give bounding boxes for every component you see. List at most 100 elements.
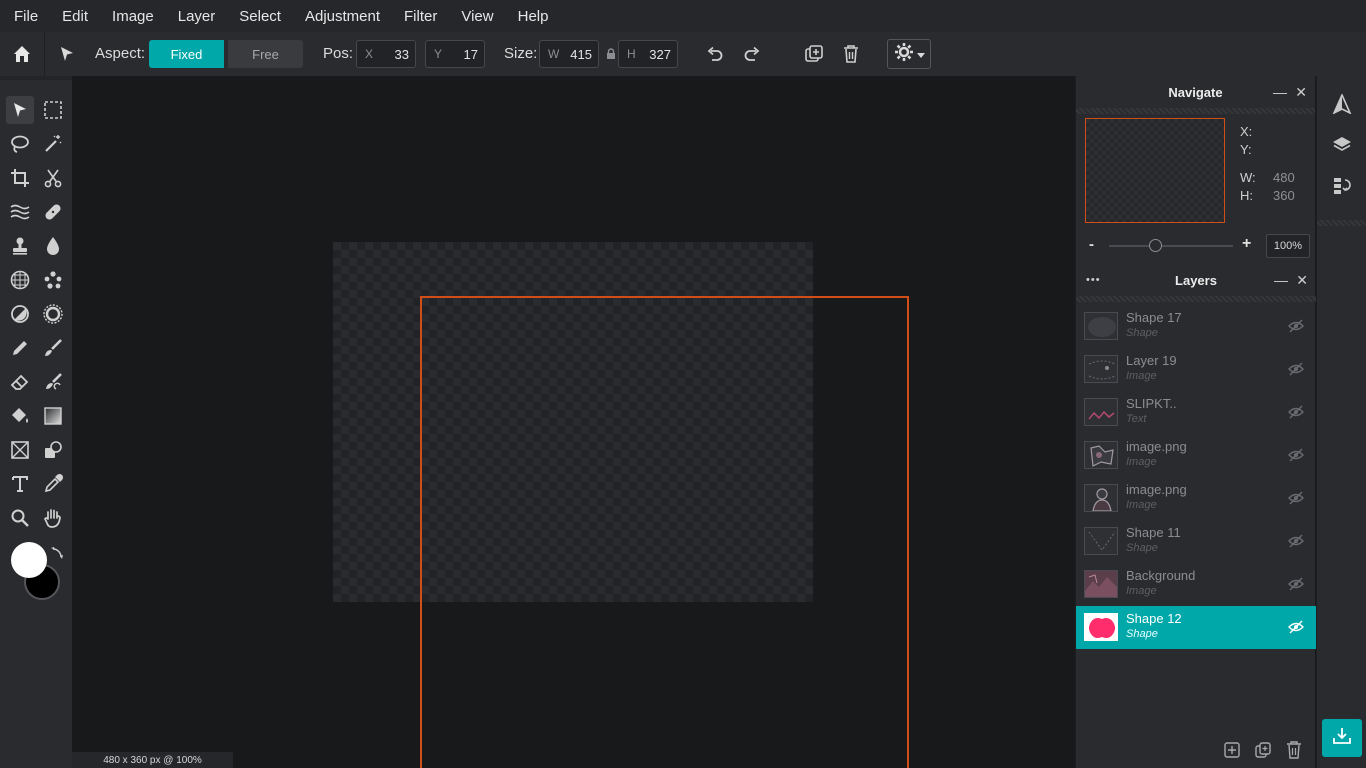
dodge-burn-tool[interactable] <box>6 300 34 328</box>
swap-colors-icon[interactable] <box>50 546 64 565</box>
layer-row[interactable]: SLIPKT.. Text <box>1076 391 1316 434</box>
duplicate-icon[interactable] <box>803 43 825 65</box>
size-h-field[interactable]: H 327 <box>618 40 678 68</box>
blur-tool[interactable] <box>39 232 67 260</box>
canvas-area[interactable]: 480 x 360 px @ 100% <box>72 76 1075 768</box>
pencil-tool[interactable] <box>6 334 34 362</box>
settings-dropdown[interactable] <box>887 39 931 69</box>
zoom-out-button[interactable]: - <box>1089 236 1094 253</box>
layer-thumbnail <box>1084 355 1118 383</box>
pos-y-field[interactable]: Y 17 <box>425 40 485 68</box>
layer-thumbnail <box>1084 527 1118 555</box>
hidden-eye-icon[interactable] <box>1288 577 1304 591</box>
zoom-in-button[interactable]: + <box>1242 235 1251 253</box>
add-layer-icon[interactable] <box>1224 742 1240 763</box>
move-tool-icon[interactable] <box>56 43 78 65</box>
close-icon[interactable]: ✕ <box>1296 272 1308 289</box>
zoom-tool[interactable] <box>6 504 34 532</box>
minimize-icon[interactable]: — <box>1273 84 1287 100</box>
layer-row-selected[interactable]: Shape 12 Shape <box>1076 606 1316 649</box>
menu-select[interactable]: Select <box>239 8 281 25</box>
export-download-button[interactable] <box>1322 719 1362 757</box>
lasso-tool[interactable] <box>6 130 34 158</box>
nav-w-value: 480 <box>1273 170 1295 185</box>
navigate-panel-icon[interactable] <box>1330 92 1354 116</box>
brush-tool[interactable] <box>39 334 67 362</box>
trash-icon[interactable] <box>840 43 862 65</box>
magic-wand-tool[interactable] <box>39 130 67 158</box>
h-prefix: H <box>627 47 636 61</box>
color-replace-tool[interactable] <box>39 368 67 396</box>
layers-panel-icon[interactable] <box>1330 132 1354 156</box>
layer-row[interactable]: Layer 19 Image <box>1076 348 1316 391</box>
menu-help[interactable]: Help <box>518 8 549 25</box>
menu-filter[interactable]: Filter <box>404 8 437 25</box>
menu-layer[interactable]: Layer <box>178 8 216 25</box>
shape-tool[interactable] <box>6 436 34 464</box>
size-w-field[interactable]: W 415 <box>539 40 599 68</box>
shapes-tool[interactable] <box>39 436 67 464</box>
hidden-eye-icon[interactable] <box>1288 405 1304 419</box>
text-tool[interactable] <box>6 470 34 498</box>
zoom-input[interactable]: 100% <box>1266 234 1310 258</box>
right-sidebar <box>1316 76 1366 768</box>
layer-name: Background <box>1126 568 1196 583</box>
crop-tool[interactable] <box>6 164 34 192</box>
aspect-fixed-button[interactable]: Fixed <box>149 40 224 68</box>
sponge-tool[interactable] <box>39 300 67 328</box>
close-icon[interactable]: ✕ <box>1295 84 1307 101</box>
hidden-eye-icon[interactable] <box>1288 319 1304 333</box>
eyedropper-tool[interactable] <box>39 470 67 498</box>
hidden-eye-icon[interactable] <box>1288 448 1304 462</box>
layer-row[interactable]: image.png Image <box>1076 477 1316 520</box>
duplicate-layer-icon[interactable] <box>1255 742 1271 763</box>
menu-view[interactable]: View <box>461 8 493 25</box>
layers-menu-icon[interactable]: ••• <box>1086 274 1101 286</box>
hidden-eye-icon[interactable] <box>1288 491 1304 505</box>
zoom-slider[interactable] <box>1109 245 1233 247</box>
zoom-slider-handle[interactable] <box>1149 239 1162 252</box>
pos-label: Pos: <box>323 45 354 62</box>
navigate-title: Navigate <box>1168 84 1223 100</box>
layer-row[interactable]: Shape 17 Shape <box>1076 305 1316 348</box>
undo-icon[interactable] <box>704 43 726 65</box>
redo-icon[interactable] <box>741 43 763 65</box>
pattern-tool[interactable] <box>6 266 34 294</box>
marquee-tool[interactable] <box>39 96 67 124</box>
nav-x-label: X: <box>1240 124 1253 139</box>
menu-edit[interactable]: Edit <box>62 8 88 25</box>
menu-file[interactable]: File <box>14 8 38 25</box>
menu-image[interactable]: Image <box>112 8 154 25</box>
hidden-eye-icon[interactable] <box>1288 534 1304 548</box>
eraser-tool[interactable] <box>6 368 34 396</box>
navigator-thumbnail[interactable] <box>1085 118 1225 223</box>
layer-row[interactable]: image.png Image <box>1076 434 1316 477</box>
minimize-icon[interactable]: — <box>1274 272 1288 288</box>
layer-thumbnail <box>1084 570 1118 598</box>
scatter-tool[interactable] <box>39 266 67 294</box>
hand-tool[interactable] <box>39 504 67 532</box>
menu-adjustment[interactable]: Adjustment <box>305 8 380 25</box>
delete-layer-icon[interactable] <box>1286 741 1302 764</box>
foreground-color-swatch[interactable] <box>11 542 47 578</box>
pos-x-field[interactable]: X 33 <box>356 40 416 68</box>
select-tool[interactable] <box>6 96 34 124</box>
liquify-tool[interactable] <box>6 198 34 226</box>
stamp-tool[interactable] <box>6 232 34 260</box>
layer-thumbnail <box>1084 484 1118 512</box>
gradient-tool[interactable] <box>39 402 67 430</box>
healing-tool[interactable] <box>39 198 67 226</box>
aspect-free-button[interactable]: Free <box>228 40 303 68</box>
transform-selection-box[interactable] <box>420 296 909 768</box>
hidden-eye-icon[interactable] <box>1288 620 1304 634</box>
nav-y-label: Y: <box>1240 142 1252 157</box>
layer-type: Image <box>1126 585 1157 597</box>
hidden-eye-icon[interactable] <box>1288 362 1304 376</box>
paint-bucket-tool[interactable] <box>6 402 34 430</box>
history-panel-icon[interactable] <box>1330 174 1354 198</box>
layer-row[interactable]: Shape 11 Shape <box>1076 520 1316 563</box>
scissors-tool[interactable] <box>39 164 67 192</box>
layer-row[interactable]: Background Image <box>1076 563 1316 606</box>
home-icon[interactable] <box>11 43 33 65</box>
navigate-header: Navigate — ✕ <box>1076 76 1315 108</box>
